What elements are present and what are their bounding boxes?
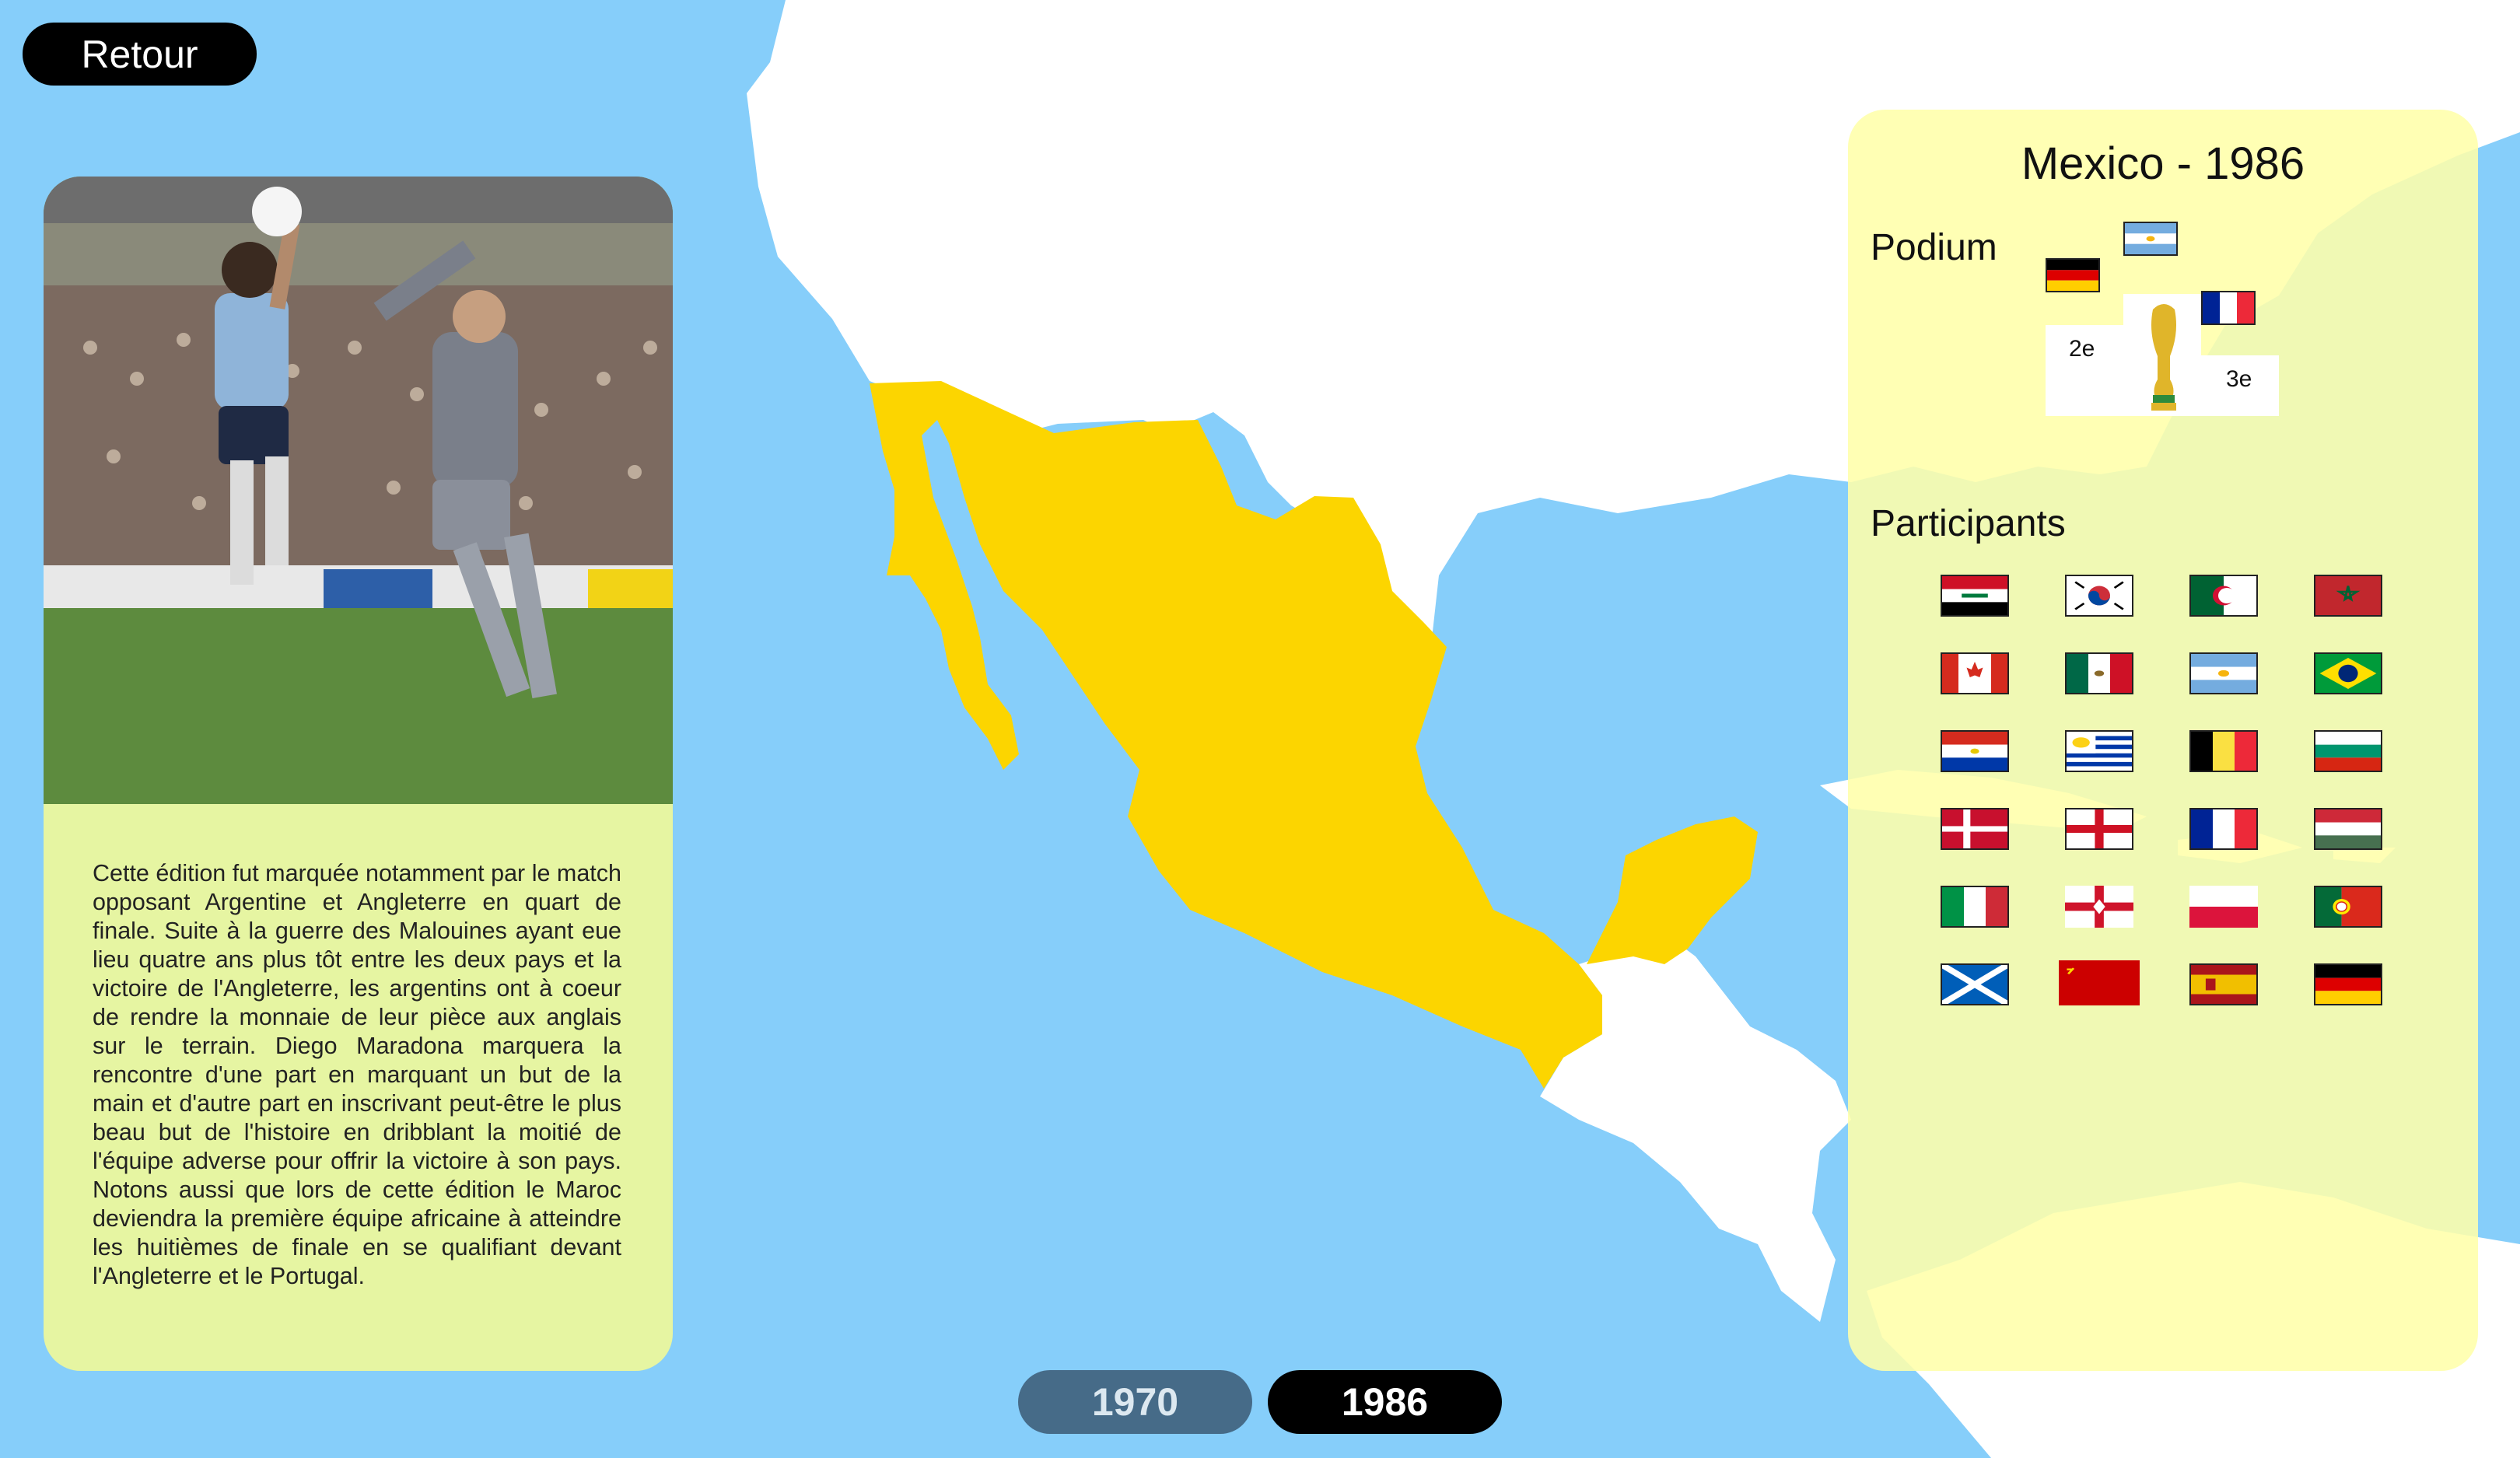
world-cup-trophy-icon	[2151, 304, 2176, 411]
flag-iraq-icon	[1941, 575, 2009, 617]
flag-bulgaria-icon	[2314, 730, 2382, 772]
flag-canada-icon	[1941, 652, 2009, 694]
edition-description: Cette édition fut marquée notamment par …	[93, 860, 621, 1289]
timeline-year-1986-button[interactable]: 1986	[1268, 1370, 1502, 1434]
podium-third-flag	[2201, 291, 2256, 325]
edition-info-card: Cette édition fut marquée notamment par …	[44, 177, 673, 1371]
flag-northern-ireland-icon	[2065, 886, 2133, 928]
flag-belgium-icon	[2189, 730, 2258, 772]
flag-brazil-icon	[2314, 652, 2382, 694]
flag-poland-icon	[2189, 886, 2258, 928]
flag-italy-icon	[1941, 886, 2009, 928]
podium-heading: Podium	[1871, 227, 1997, 268]
podium-second-label: 2e	[2069, 336, 2095, 362]
edition-title: Mexico - 1986	[2021, 138, 2305, 189]
flag-south-korea-icon	[2065, 575, 2133, 617]
flag-soviet-union-icon	[2059, 960, 2140, 1005]
flag-portugal-icon	[2314, 886, 2382, 928]
flag-france-icon	[2189, 808, 2258, 850]
back-button[interactable]: Retour	[23, 23, 257, 86]
timeline-year-1970-button[interactable]: 1970	[1018, 1370, 1252, 1434]
flag-algeria-icon	[2189, 575, 2258, 617]
edition-panel: Mexico - 1986 Podium 2e 3e Participants	[1848, 110, 2478, 1371]
flag-mexico-icon	[2065, 652, 2133, 694]
flag-spain-icon	[2189, 963, 2258, 1005]
flag-hungary-icon	[2314, 808, 2382, 850]
flag-scotland-icon	[1941, 963, 2009, 1005]
podium: 2e 3e	[2046, 222, 2279, 465]
flag-england-icon	[2065, 808, 2133, 850]
podium-first-flag	[2123, 222, 2178, 256]
participants-heading: Participants	[1871, 503, 2066, 544]
flag-paraguay-icon	[1941, 730, 2009, 772]
flag-west-germany-icon	[2314, 963, 2382, 1005]
flag-denmark-icon	[1941, 808, 2009, 850]
flag-uruguay-icon	[2065, 730, 2133, 772]
maradona-hand-of-god-photo	[44, 177, 673, 804]
flag-morocco-icon	[2314, 575, 2382, 617]
podium-second-flag	[2046, 258, 2100, 292]
flag-argentina-icon	[2189, 652, 2258, 694]
podium-third-label: 3e	[2226, 366, 2252, 392]
